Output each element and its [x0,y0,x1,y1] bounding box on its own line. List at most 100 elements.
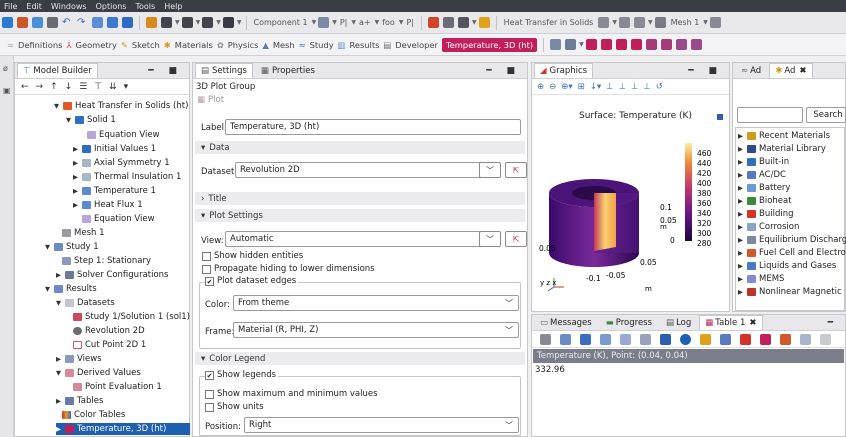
tab-sketch[interactable]: Sketch [132,40,160,50]
build-all-icon[interactable] [427,17,439,28]
view-yz-icon[interactable]: ⊥ [619,82,626,92]
selection-icon[interactable] [442,17,454,28]
show-units-checkbox[interactable]: Show units [205,402,264,412]
table-format-icon[interactable] [540,333,551,345]
tree-item-equation-view[interactable]: Equation View [87,129,160,141]
axis-icon[interactable]: ↓▾ [590,82,601,92]
close-tab-icon[interactable]: ✖ [799,66,806,76]
material-search-button[interactable]: Search [806,107,846,123]
material-item[interactable]: ▶ Recent Materials [738,130,830,142]
tree-item-solver-configurations[interactable]: ▶ Solver Configurations [56,269,169,281]
temperature-surface-plot[interactable]: 0.1 0.05 m 0 0.05 0.05 -0.1 -0.05 m y z … [532,123,731,308]
tree-item-mesh[interactable]: Mesh 1 [62,227,105,239]
show-legends-checkbox[interactable]: ✔ Show legends [205,370,279,380]
help-icon[interactable] [122,17,133,28]
physics-domain-icon[interactable] [598,17,610,28]
tab-developer[interactable]: Developer [395,40,438,50]
position-dropdown-icon[interactable]: ﹀ [498,417,520,433]
print-icon[interactable] [47,17,58,28]
propagate-hiding-checkbox[interactable]: Propagate hiding to lower dimensions [202,264,375,274]
tab-add-material[interactable]: ✱ Ad ✖ [769,63,813,78]
open-file-icon[interactable] [17,17,28,28]
view-dropdown-icon[interactable]: ﹀ [479,231,501,247]
tree-item-views[interactable]: ▶ Views [56,353,102,365]
zoom-out-icon[interactable]: ⊖ [549,82,556,92]
forward-icon[interactable]: → [36,82,44,92]
tabs-overflow-icon[interactable]: = [7,40,14,50]
volume-icon[interactable] [600,39,612,50]
view-select[interactable]: Automatic [225,231,483,247]
physics-selector[interactable]: Heat Transfer in Solids [504,18,594,27]
export-table-icon[interactable] [800,333,811,345]
table-surface-icon[interactable] [760,333,771,345]
pin-icon[interactable]: ø [3,64,8,73]
reset-icon[interactable]: ↺ [656,82,663,92]
up-icon[interactable]: ↑ [50,82,58,92]
menu-tools[interactable]: Tools [135,2,155,11]
evaluate-icon[interactable] [680,333,691,345]
material-item[interactable]: ▶ Battery [738,182,790,194]
component-icon[interactable] [146,17,157,28]
grid-icon[interactable] [107,17,118,28]
down-icon[interactable]: ↓ [65,82,73,92]
minimize-maximize-icons[interactable]: ━ ■ [148,66,183,76]
tree-item-heat-flux[interactable]: ▶ Heat Flux 1 [73,199,143,211]
surface-icon[interactable] [585,39,597,50]
tab-model-builder[interactable]: ⊤ Model Builder [17,63,98,78]
tab-physics[interactable]: Physics [228,40,259,50]
back-icon[interactable]: ← [21,82,29,92]
tree-item-initial-values[interactable]: ▶ Initial Values 1 [73,143,156,155]
plot-button[interactable]: ▦ Plot [197,95,224,105]
arrow-volume-icon[interactable] [645,39,657,50]
tree-item-step-stationary[interactable]: Step 1: Stationary [62,255,151,267]
tab-definitions[interactable]: Definitions [18,40,63,50]
zoom-box-icon[interactable]: ⊕▾ [561,82,572,92]
material-item[interactable]: ▶ Material Library [738,143,826,155]
tab-progress[interactable]: ▬ Progress [599,315,659,330]
mesh-build-icon[interactable] [654,17,666,28]
material-item[interactable]: ▶ Equilibrium Discharge [738,234,846,246]
label-field[interactable]: Temperature, 3D (ht) [225,119,521,135]
slice-icon[interactable] [615,39,627,50]
zoom-in-icon[interactable]: ⊕ [537,82,544,92]
mesh-selector[interactable]: Mesh 1 [671,18,700,27]
tab-log[interactable]: ▤ Log [660,315,698,330]
link-icon[interactable] [457,17,469,28]
more-icon[interactable]: ▾ [124,82,129,92]
material-search-input[interactable] [737,107,803,123]
tree-item-solid[interactable]: ▼ Solid 1 [66,114,116,126]
tree-item-heat-transfer[interactable]: ▼ Heat Transfer in Solids (ht) [54,100,188,112]
menu-file[interactable]: File [4,2,17,11]
dataset-select[interactable]: Revolution 2D [235,162,483,178]
menu-options[interactable]: Options [96,2,127,11]
material-item[interactable]: ▶ Built-in [738,156,789,168]
section-color-legend[interactable]: ▾ Color Legend [195,352,525,365]
tree-item-equation-view-2[interactable]: Equation View [82,213,155,225]
tree-item-thermal-insulation[interactable]: ▶ Thermal Insulation 1 [73,171,181,183]
tree-item-axial-symmetry[interactable]: ▶ Axial Symmetry 1 [73,157,170,169]
save-icon[interactable] [32,17,43,28]
copy-table-icon[interactable] [720,333,731,345]
tree-item-revolution-2d[interactable]: Revolution 2D [73,325,145,337]
plot-options-icon[interactable] [565,39,577,50]
section-plot-settings[interactable]: ▾ Plot Settings [195,209,525,222]
minimize-maximize-icons[interactable]: ━ ■ [688,66,723,76]
graphics-info-icon[interactable] [717,114,723,120]
material-item[interactable]: ▶Fuel Cell and Electrolyzer [738,247,846,259]
color-dropdown-icon[interactable]: ﹀ [498,295,520,311]
window-toggle-icon[interactable]: ▣ [3,86,11,95]
color-select[interactable]: From theme [233,295,519,311]
material-item[interactable]: ▶ MEMS [738,273,784,285]
table-column-header[interactable]: Temperature (K), Point: (0.04, 0.04) [533,349,844,363]
expand-icon[interactable]: ⇊ [109,82,117,92]
material-item[interactable]: ▶ Corrosion [738,221,799,233]
table-cell-value[interactable]: 332.96 [535,365,565,375]
frame-dropdown-icon[interactable]: ﹀ [498,322,520,338]
physics-ops-icon[interactable] [202,17,214,28]
tree-item-study-solution[interactable]: Study 1/Solution 1 (sol1) [73,311,190,323]
isosurface-icon[interactable] [630,39,642,50]
ops-icon[interactable] [222,17,234,28]
contour-icon[interactable] [690,39,702,50]
view-3d-icon[interactable]: ⊥ [643,82,650,92]
material-item[interactable]: ▶ Bioheat [738,195,792,207]
